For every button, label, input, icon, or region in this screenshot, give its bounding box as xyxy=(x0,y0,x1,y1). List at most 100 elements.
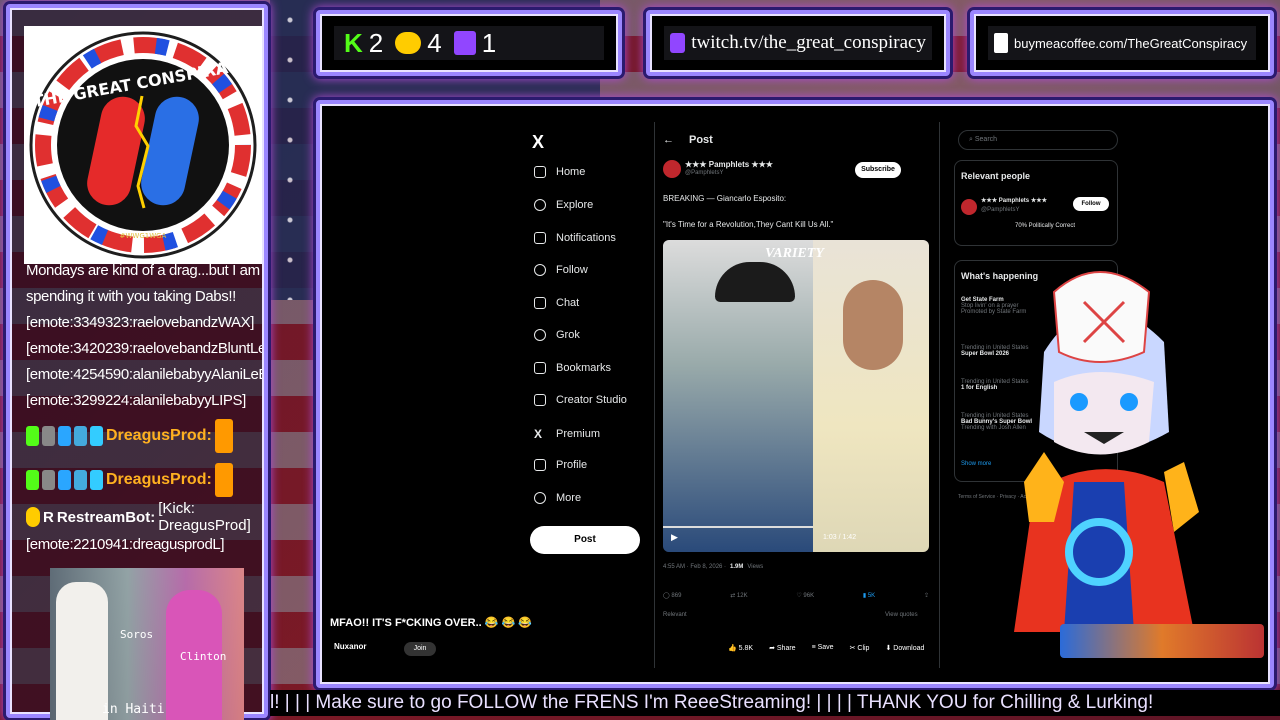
avatar[interactable] xyxy=(961,199,977,215)
vtuber-avatar xyxy=(984,232,1214,632)
back-arrow-icon[interactable]: ← xyxy=(663,134,674,146)
subscribe-button[interactable]: Subscribe xyxy=(855,162,901,178)
thumb-label: Clinton xyxy=(180,650,227,663)
viewer-stats-frame: K 2 4 1 xyxy=(316,10,622,76)
channel-name[interactable]: Nuxanor xyxy=(334,642,366,651)
nav-label: Profile xyxy=(556,459,588,471)
channel-logo: THE GREAT CONSPIRACY #WWG1WGA xyxy=(24,26,262,264)
nav-label: Home xyxy=(556,166,586,178)
nav-profile[interactable]: Profile xyxy=(534,459,587,471)
post-column: ← Post ★★★ Pamphlets ★★★ @PamphletsY Sub… xyxy=(654,122,940,668)
badge-icon xyxy=(58,426,71,446)
ticker-text: l! | | | Make sure to go FOLLOW the FREN… xyxy=(270,692,1154,713)
share-icon[interactable]: ⇪ xyxy=(924,592,929,599)
nav-label: Grok xyxy=(556,329,580,341)
thumb-label: Soros xyxy=(120,628,154,641)
author-name[interactable]: ★★★ Pamphlets ★★★ xyxy=(685,160,773,169)
nav-bookmarks[interactable]: Bookmarks xyxy=(534,362,611,374)
repost-button[interactable]: ⇄ 12K xyxy=(730,592,747,599)
avatar[interactable] xyxy=(663,160,681,178)
badge-icon xyxy=(58,470,71,490)
post-button[interactable]: Post xyxy=(530,526,640,554)
like-button[interactable]: ♡ 96K xyxy=(796,592,814,599)
follow-button[interactable]: Follow xyxy=(1073,197,1109,211)
chat-username: DreagusProd: xyxy=(106,471,212,488)
chat-line: [emote:2210941:dreagusprodL] xyxy=(26,536,225,553)
grok-icon xyxy=(534,329,546,341)
save-button[interactable]: ≡ Save xyxy=(812,644,834,652)
post-header: Post xyxy=(689,134,713,146)
twitch-icon xyxy=(670,33,686,53)
nav-label: Notifications xyxy=(556,232,616,244)
join-button[interactable]: Join xyxy=(404,642,436,656)
sort-relevant[interactable]: Relevant xyxy=(663,612,687,618)
chat-message: DreagusProd: xyxy=(26,458,262,502)
nav-label: Follow xyxy=(556,264,588,276)
kick-badge-icon xyxy=(26,470,39,490)
nav-grok[interactable]: Grok xyxy=(534,329,580,341)
badge-icon xyxy=(42,426,55,446)
figure-shape xyxy=(56,582,108,720)
like-button[interactable]: 👍 5.8K xyxy=(728,644,753,652)
view-quotes-link[interactable]: View quotes xyxy=(885,612,918,618)
video-player[interactable]: VARIETY ▶ 1:03 / 1:42 xyxy=(663,240,929,552)
chat-panel: Mondays are kind of a drag...but I am gl… xyxy=(26,258,262,568)
nav-more[interactable]: More xyxy=(534,492,581,504)
rp-handle: @PamphletsY xyxy=(981,207,1020,213)
rp-name[interactable]: ★★★ Pamphlets ★★★ xyxy=(981,197,1047,204)
coffee-url[interactable]: buymeacoffee.com/TheGreatConspiracy xyxy=(1014,36,1247,51)
nav-label: Bookmarks xyxy=(556,362,612,374)
more-icon xyxy=(534,492,546,504)
share-button[interactable]: ➦ Share xyxy=(769,644,796,652)
badge-icon xyxy=(74,426,87,446)
add-person-icon xyxy=(534,264,546,276)
rp-bio: 70% Politically Correct xyxy=(1015,223,1076,229)
nav-label: Chat xyxy=(556,297,580,309)
views-count: 1.9M xyxy=(730,564,744,570)
video-brand: VARIETY xyxy=(765,246,824,261)
face-shape xyxy=(843,280,903,370)
card-title: Relevant people xyxy=(961,171,1031,181)
chat-text: [Kick: DreagusProd] xyxy=(158,500,251,534)
bookmark-button[interactable]: ▮ 5K xyxy=(863,592,875,599)
nav-premium[interactable]: X Premium xyxy=(534,427,600,441)
nav-chat[interactable]: Chat xyxy=(534,297,579,309)
kick-count: 2 xyxy=(368,27,384,58)
nav-home[interactable]: Home xyxy=(534,166,585,178)
nav-explore[interactable]: Explore xyxy=(534,199,593,211)
chat-username: DreagusProd: xyxy=(106,427,212,444)
twitch-link-frame: twitch.tv/the_great_conspiracy xyxy=(646,10,950,76)
video-progress[interactable] xyxy=(663,526,813,528)
action-bar: ◯ 869 ⇄ 12K ♡ 96K ▮ 5K ⇪ xyxy=(663,592,929,599)
home-icon xyxy=(534,166,546,178)
chat-message: R RestreamBot: [Kick: DreagusProd] xyxy=(26,500,262,534)
ticker-bar: l! | | | Make sure to go FOLLOW the FREN… xyxy=(270,690,1280,716)
chat-line: [emote:3299224:alanilebabyyLIPS] xyxy=(26,392,246,409)
author-handle: @PamphletsY xyxy=(685,170,724,176)
search-input[interactable]: ⌕ Search xyxy=(958,130,1118,150)
person-icon xyxy=(534,459,546,471)
chat-line: [emote:3420239:raelovebandzBluntLeaf] xyxy=(26,340,262,357)
viewers-icon xyxy=(395,32,422,54)
twitch-count: 1 xyxy=(481,27,497,58)
x-logo-icon[interactable]: X xyxy=(532,132,544,153)
meme-thumbnail: Soros Clinton in Haiti xyxy=(50,568,244,720)
thumb-label: in Haiti xyxy=(102,702,165,717)
play-icon[interactable]: ▶ xyxy=(671,532,678,543)
bell-icon xyxy=(534,232,546,244)
nav-label: Creator Studio xyxy=(556,394,627,406)
clip-button[interactable]: ✂ Clip xyxy=(850,644,870,652)
reply-button[interactable]: ◯ 869 xyxy=(663,592,681,599)
yt-actions: 👍 5.8K ➦ Share ≡ Save ✂ Clip ⬇ Download xyxy=(728,644,924,652)
x-post-page: X Home Explore Notifications Follow Chat… xyxy=(334,122,1260,668)
chat-line: Mondays are kind of a drag...but I am gl… xyxy=(26,262,262,279)
nav-follow[interactable]: Follow xyxy=(534,264,588,276)
nav-creator-studio[interactable]: Creator Studio xyxy=(534,394,627,406)
post-line: BREAKING — Giancarlo Esposito: xyxy=(663,194,787,203)
chat-line: spending it with you taking Dabs!! xyxy=(26,288,236,305)
bookmark-icon xyxy=(534,362,546,374)
post-line: "It's Time for a Revolution,They Cant Ki… xyxy=(663,220,834,229)
twitch-url[interactable]: twitch.tv/the_great_conspiracy xyxy=(691,32,926,54)
nav-notifications[interactable]: Notifications xyxy=(534,232,616,244)
download-button[interactable]: ⬇ Download xyxy=(885,644,924,652)
